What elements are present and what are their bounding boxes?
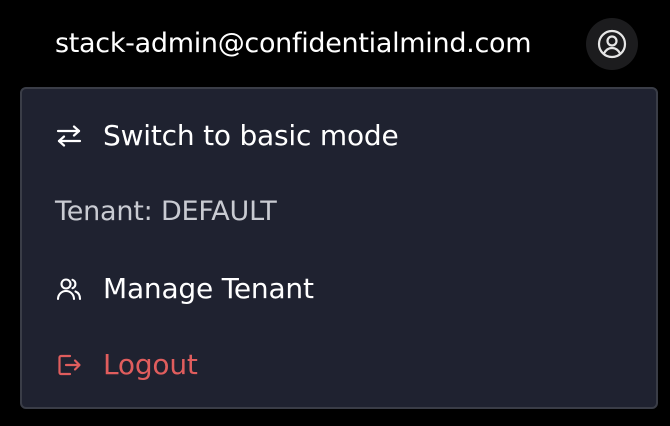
switch-mode-item[interactable]: Switch to basic mode: [22, 106, 656, 166]
tenant-label: Tenant: DEFAULT: [55, 196, 277, 227]
manage-tenant-label: Manage Tenant: [103, 272, 314, 305]
top-bar: stack-admin@confidentialmind.com: [0, 0, 670, 88]
logout-label: Logout: [103, 348, 198, 381]
logout-icon: [56, 352, 82, 378]
account-menu-button[interactable]: [586, 18, 638, 70]
user-circle-icon: [596, 28, 628, 60]
logout-item[interactable]: Logout: [22, 335, 656, 395]
tenant-info: Tenant: DEFAULT: [22, 182, 656, 242]
users-icon: [56, 276, 82, 302]
user-email: stack-admin@confidentialmind.com: [55, 28, 532, 59]
manage-tenant-item[interactable]: Manage Tenant: [22, 259, 656, 319]
account-dropdown-menu: Switch to basic mode Tenant: DEFAULT Man…: [20, 87, 658, 409]
switch-mode-label: Switch to basic mode: [103, 119, 399, 152]
arrows-left-right-icon: [56, 123, 82, 149]
